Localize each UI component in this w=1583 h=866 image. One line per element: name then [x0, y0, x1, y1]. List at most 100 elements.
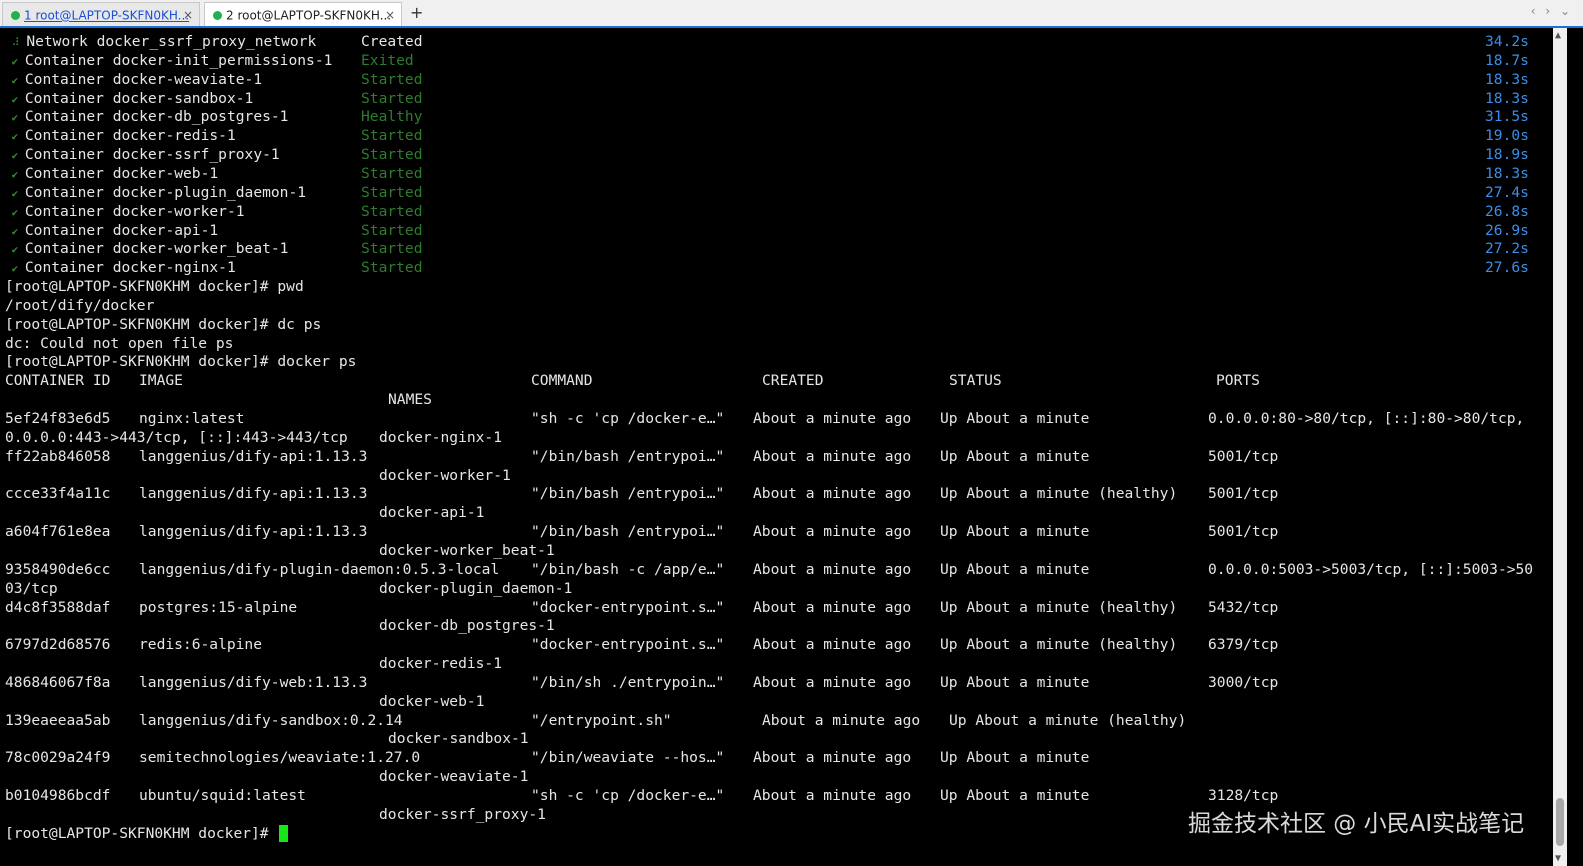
compose-status: Started — [361, 127, 423, 145]
new-tab-button[interactable]: + — [410, 2, 423, 24]
compose-duration: 18.7s — [1485, 51, 1529, 69]
scroll-up-icon[interactable]: ▲ — [1555, 30, 1561, 41]
cell-status: Up About a minute — [940, 523, 1090, 541]
compose-resource-name: Container docker-redis-1 — [24, 127, 236, 145]
cell-names: docker-web-1 — [379, 692, 485, 710]
cell-image: langgenius/dify-api:1.13.3 — [139, 447, 368, 465]
shell-line: dc: Could not open file ps — [5, 334, 234, 352]
checkmark-icon: ✔ — [5, 111, 25, 125]
compose-resource-name: Container docker-worker-1 — [24, 202, 245, 220]
scrollbar-thumb[interactable] — [1556, 798, 1564, 846]
compose-progress-line: ✔ Container docker-worker-1 — [5, 202, 245, 221]
compose-duration: 27.4s — [1485, 183, 1529, 201]
checkmark-icon: ✔ — [5, 186, 25, 200]
compose-progress-line: ✔ Container docker-db_postgres-1 — [5, 107, 289, 126]
checkmark-icon: ✔ — [5, 262, 25, 276]
cell-names: docker-db_postgres-1 — [379, 617, 555, 635]
compose-status: Started — [361, 164, 423, 182]
header-names: NAMES — [388, 391, 432, 409]
compose-duration: 31.5s — [1485, 108, 1529, 126]
cell-ports-wrapped: 03/tcp — [5, 579, 58, 597]
cell-container-id: ccce33f4a11c — [5, 485, 111, 503]
compose-progress-line: ✔ Container docker-weaviate-1 — [5, 70, 263, 89]
compose-duration: 26.8s — [1485, 202, 1529, 220]
cell-created: About a minute ago — [753, 523, 912, 541]
compose-duration: 27.2s — [1485, 240, 1529, 258]
checkmark-icon: ✔ — [5, 167, 25, 181]
terminal-output[interactable]: ⠼ Network docker_ssrf_proxy_network Creat… — [0, 28, 1550, 866]
compose-duration: 18.3s — [1485, 70, 1529, 88]
cell-names: docker-api-1 — [379, 504, 485, 522]
cell-image: langgenius/dify-sandbox:0.2.14 — [139, 711, 403, 729]
cell-container-id: ff22ab846058 — [5, 447, 111, 465]
cell-ports: 5001/tcp — [1208, 447, 1279, 465]
cell-status: Up About a minute (healthy) — [940, 598, 1178, 616]
compose-resource-name: Container docker-weaviate-1 — [24, 70, 263, 88]
checkmark-icon: ✔ — [5, 243, 25, 257]
cell-image: langgenius/dify-plugin-daemon:0.5.3-loca… — [139, 560, 500, 578]
compose-duration: 19.0s — [1485, 127, 1529, 145]
checkmark-icon: ✔ — [5, 130, 25, 144]
shell-line: /root/dify/docker — [5, 296, 155, 314]
tab-navigation-icons[interactable]: ‹ › ⌄ — [1531, 4, 1573, 18]
checkmark-icon: ✔ — [5, 149, 25, 163]
compose-duration: 18.9s — [1485, 146, 1529, 164]
scroll-down-icon[interactable]: ▼ — [1555, 853, 1561, 864]
compose-status: Healthy — [361, 108, 423, 126]
shell-line: [root@LAPTOP-SKFN0KHM docker]# pwd — [5, 278, 304, 296]
cell-created: About a minute ago — [753, 447, 912, 465]
cell-command: "/bin/bash /entrypoi…" — [531, 523, 725, 541]
close-tab-icon[interactable]: × — [385, 3, 395, 27]
checkmark-icon: ✔ — [5, 92, 25, 106]
header-created: CREATED — [762, 372, 824, 390]
cell-names: docker-nginx-1 — [379, 428, 503, 446]
compose-duration: 27.6s — [1485, 259, 1529, 277]
prompt-line[interactable]: [root@LAPTOP-SKFN0KHM docker]# — [5, 824, 289, 843]
cell-status: Up About a minute — [940, 749, 1090, 767]
compose-progress-line: ✔ Container docker-api-1 — [5, 221, 219, 240]
cell-command: "/bin/bash /entrypoi…" — [531, 447, 725, 465]
tab-label: 1 root@LAPTOP-SKFN0KH... — [24, 8, 190, 23]
cell-created: About a minute ago — [753, 410, 912, 427]
compose-resource-name: Container docker-sandbox-1 — [24, 89, 254, 107]
cell-ports: 5432/tcp — [1208, 598, 1279, 616]
compose-progress-line: ✔ Container docker-redis-1 — [5, 126, 236, 145]
cell-ports: 0.0.0.0:5003->5003/tcp, [::]:5003->50 — [1208, 560, 1534, 578]
compose-resource-name: Container docker-plugin_daemon-1 — [24, 183, 307, 201]
header-ports: PORTS — [1216, 372, 1260, 390]
cell-image: redis:6-alpine — [139, 636, 263, 654]
cell-created: About a minute ago — [753, 673, 912, 691]
checkmark-icon: ✔ — [5, 205, 25, 219]
close-tab-icon[interactable]: × — [183, 3, 193, 27]
shell-line: [root@LAPTOP-SKFN0KHM docker]# dc ps — [5, 315, 322, 333]
cell-names: docker-worker-1 — [379, 466, 511, 484]
cell-created: About a minute ago — [753, 787, 912, 804]
compose-duration: 26.9s — [1485, 221, 1529, 239]
cell-names: docker-worker_beat-1 — [379, 541, 555, 559]
cell-status: Up About a minute (healthy) — [949, 711, 1187, 729]
cell-command: "/entrypoint.sh" — [531, 711, 672, 729]
cell-status: Up About a minute — [940, 673, 1090, 691]
header-command: COMMAND — [531, 372, 593, 390]
cell-container-id: 5ef24f83e6d5 — [5, 410, 111, 427]
compose-status: Started — [361, 89, 423, 107]
tab-session-1[interactable]: 1 root@LAPTOP-SKFN0KH... × — [2, 2, 200, 26]
cell-ports-wrapped: 0.0.0.0:443->443/tcp, [::]:443->443/tcp — [5, 428, 348, 446]
vertical-scrollbar[interactable]: ▲ ▼ — [1553, 28, 1567, 866]
cell-created: About a minute ago — [753, 598, 912, 616]
cell-command: "docker-entrypoint.s…" — [531, 598, 725, 616]
checkmark-icon: ✔ — [5, 73, 25, 87]
cell-created: About a minute ago — [753, 749, 912, 767]
cell-created: About a minute ago — [753, 485, 912, 503]
cell-names: docker-redis-1 — [379, 655, 503, 673]
text-cursor — [279, 825, 289, 843]
header-image: IMAGE — [139, 372, 183, 390]
cell-names: docker-weaviate-1 — [379, 768, 529, 786]
cell-command: "/bin/sh ./entrypoin…" — [531, 673, 725, 691]
tab-session-2[interactable]: 2 root@LAPTOP-SKFN0KH... × — [204, 2, 402, 26]
cell-status: Up About a minute (healthy) — [940, 636, 1178, 654]
shell-line: [root@LAPTOP-SKFN0KHM docker]# docker ps — [5, 353, 357, 371]
compose-progress-line: ✔ Container docker-worker_beat-1 — [5, 239, 289, 258]
compose-duration: 18.3s — [1485, 89, 1529, 107]
cell-command: "/bin/weaviate --hos…" — [531, 749, 725, 767]
